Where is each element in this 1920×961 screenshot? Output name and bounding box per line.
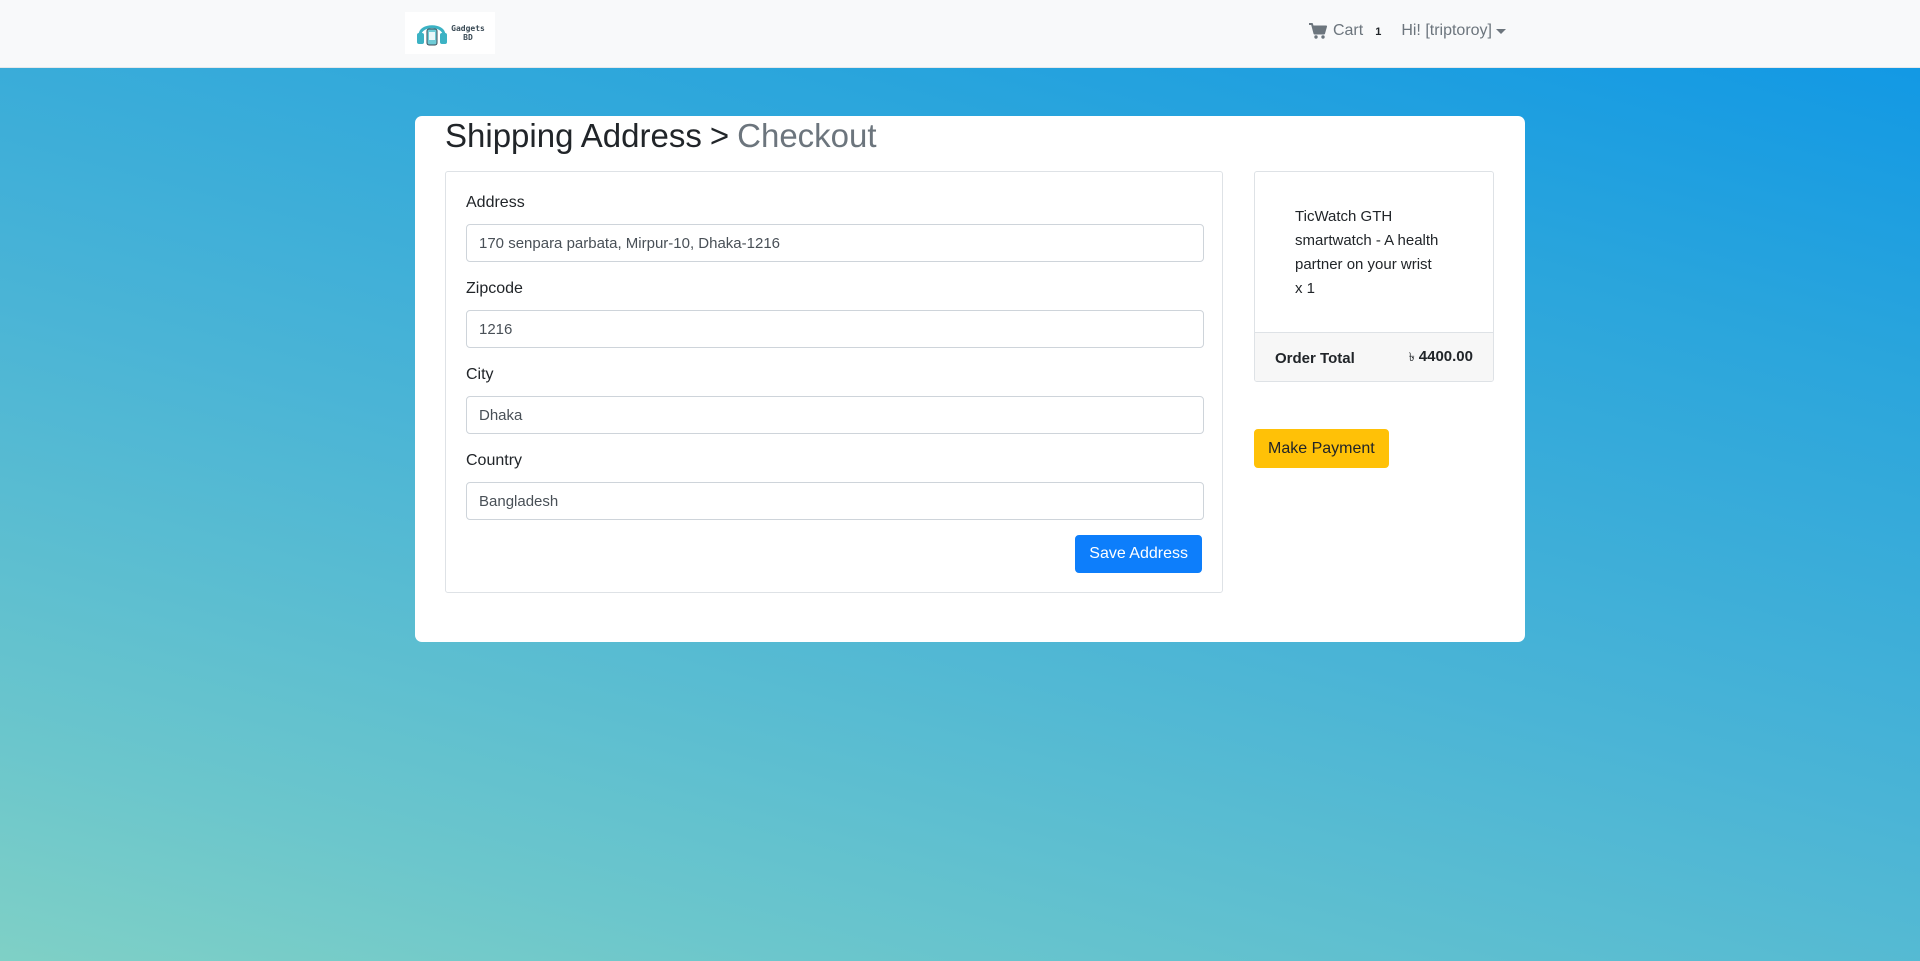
city-input[interactable] — [466, 396, 1204, 434]
order-summary: TicWatch GTH smartwatch - A health partn… — [1254, 171, 1494, 382]
page-title-primary: Shipping Address — [445, 117, 702, 154]
cart-icon — [1308, 23, 1327, 39]
order-total-row: Order Total ৳ 4400.00 — [1255, 332, 1493, 381]
user-greeting: Hi! [triptoroy] — [1401, 22, 1492, 39]
order-item-quantity: x 1 — [1295, 280, 1316, 297]
chevron-down-icon — [1496, 28, 1506, 34]
user-menu-dropdown[interactable]: Hi! [triptoroy] — [1401, 22, 1506, 40]
order-item: TicWatch GTH smartwatch - A health partn… — [1295, 205, 1463, 301]
address-label: Address — [466, 194, 525, 211]
address-input[interactable] — [466, 224, 1204, 262]
brand-text-line1: Gadgets — [451, 24, 485, 33]
navbar: Gadgets BD Cart 1 Hi! [triptoroy] — [0, 0, 1920, 68]
brand-logo[interactable]: Gadgets BD — [405, 12, 495, 54]
brand-text-line2: BD — [463, 33, 473, 42]
cart-link[interactable]: Cart 1 — [1308, 22, 1382, 40]
make-payment-button[interactable]: Make Payment — [1254, 429, 1389, 468]
save-address-button[interactable]: Save Address — [1075, 535, 1202, 573]
order-total-value: 4400.00 — [1418, 347, 1473, 365]
country-input[interactable] — [466, 482, 1204, 520]
order-total-amount: ৳ 4400.00 — [1409, 348, 1473, 369]
cart-label: Cart — [1332, 22, 1364, 39]
city-label: City — [466, 366, 494, 383]
headphones-logo-icon — [417, 25, 448, 46]
order-item-name: TicWatch GTH smartwatch - A health partn… — [1295, 208, 1439, 273]
country-label: Country — [466, 452, 523, 469]
page-title-secondary: Checkout — [737, 117, 877, 154]
shipping-address-form: Address Zipcode City Country Save Addres… — [445, 171, 1223, 593]
brand-name: Gadgets BD — [451, 24, 485, 42]
checkout-card: Shipping Address>Checkout Address Zipcod… — [415, 116, 1525, 642]
order-total-label: Order Total — [1275, 349, 1355, 367]
page-title: Shipping Address > Checkout — [445, 116, 877, 156]
zipcode-input[interactable] — [466, 310, 1204, 348]
page-title-separator: > — [709, 117, 730, 154]
zipcode-label: Zipcode — [466, 280, 523, 297]
nav-right: Cart 1 Hi! [triptoroy] — [1308, 22, 1506, 40]
cart-count-badge: 1 — [1375, 26, 1382, 38]
currency-symbol: ৳ — [1408, 349, 1415, 364]
